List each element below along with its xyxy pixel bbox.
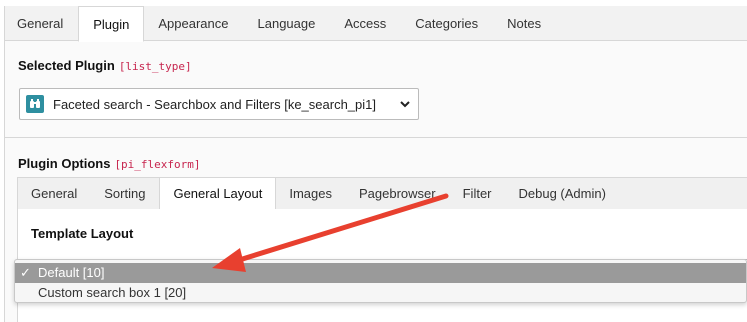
- template-layout-label: Template Layout: [31, 226, 134, 241]
- check-icon: ✓: [20, 265, 31, 280]
- tab-options-debug[interactable]: Debug (Admin): [506, 178, 620, 209]
- plugin-options-label: Plugin Options: [18, 156, 111, 171]
- tab-options-images[interactable]: Images: [276, 178, 346, 209]
- template-layout-dropdown[interactable]: ✓ Default [10] Custom search box 1 [20]: [14, 259, 747, 303]
- top-tab-bar: General Plugin Appearance Language Acces…: [5, 6, 747, 42]
- plugin-options-heading: Plugin Options [pi_flexform]: [18, 156, 201, 171]
- section-divider: [5, 137, 747, 138]
- plugin-options-tab-bar: General Sorting General Layout Images Pa…: [17, 177, 747, 210]
- tab-categories[interactable]: Categories: [401, 6, 493, 41]
- tab-plugin[interactable]: Plugin: [78, 6, 145, 42]
- plugin-select[interactable]: Faceted search - Searchbox and Filters […: [19, 88, 419, 120]
- selected-plugin-field-code: [list_type]: [118, 60, 192, 73]
- binoculars-icon: [26, 95, 44, 113]
- plugin-select-value: Faceted search - Searchbox and Filters […: [53, 96, 377, 112]
- tab-language[interactable]: Language: [244, 6, 331, 41]
- tab-options-pagebrowser[interactable]: Pagebrowser: [346, 178, 450, 209]
- chevron-down-icon: [400, 101, 410, 108]
- tab-general[interactable]: General: [5, 6, 78, 41]
- tab-options-general[interactable]: General: [18, 178, 91, 209]
- tab-appearance[interactable]: Appearance: [144, 6, 243, 41]
- dropdown-option-default-label: Default [10]: [38, 265, 105, 280]
- tab-access[interactable]: Access: [330, 6, 401, 41]
- plugin-options-field-code: [pi_flexform]: [114, 158, 201, 171]
- dropdown-option-default[interactable]: ✓ Default [10]: [15, 263, 746, 283]
- tab-notes[interactable]: Notes: [493, 6, 556, 41]
- dropdown-option-custom[interactable]: Custom search box 1 [20]: [15, 283, 746, 303]
- tab-options-sorting[interactable]: Sorting: [91, 178, 159, 209]
- dropdown-option-custom-label: Custom search box 1 [20]: [38, 285, 187, 300]
- selected-plugin-label: Selected Plugin: [18, 58, 115, 73]
- selected-plugin-heading: Selected Plugin [list_type]: [18, 58, 192, 73]
- tab-options-general-layout[interactable]: General Layout: [159, 178, 277, 210]
- tab-options-filter[interactable]: Filter: [450, 178, 506, 209]
